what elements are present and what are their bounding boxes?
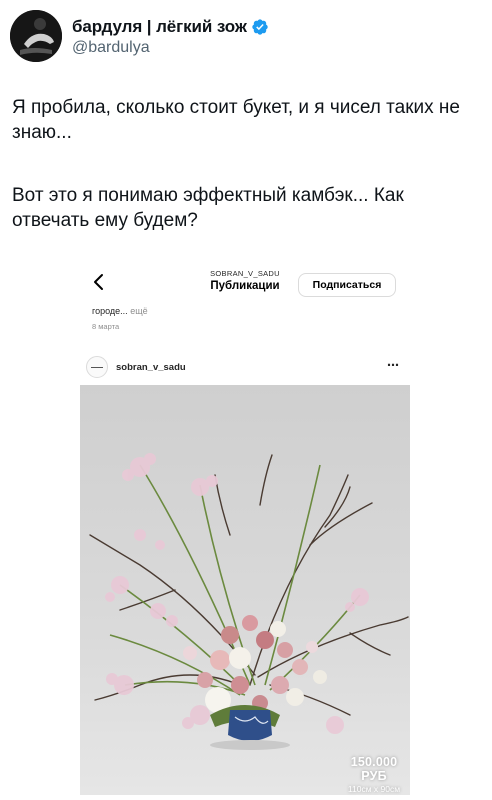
back-chevron-icon (88, 270, 112, 294)
price-tag: 150.000 РУБ 110см х 90см (338, 755, 410, 794)
ig-post-header: sobran_v_sadu ⋯ (86, 356, 406, 378)
name-row: бардуля | лёгкий зож (72, 16, 269, 38)
ig-subscribe-button: Подписаться (298, 273, 396, 297)
embedded-screenshot[interactable]: SOBRAN_V_SADU Публикации Подписаться гор… (80, 262, 412, 797)
display-name[interactable]: бардуля | лёгкий зож (72, 17, 247, 37)
verified-badge-icon (251, 18, 269, 36)
author-block: бардуля | лёгкий зож @bardulya (72, 16, 269, 57)
avatar[interactable] (10, 10, 62, 62)
bouquet-size: 110см х 90см (347, 784, 401, 794)
ig-more-link: ещё (130, 306, 148, 316)
ig-post-username: sobran_v_sadu (116, 361, 186, 373)
ig-caption-tail: городе... ещё (92, 306, 148, 316)
user-handle[interactable]: @bardulya (72, 39, 269, 57)
price-value: 150.000 РУБ (350, 755, 398, 783)
ig-header: SOBRAN_V_SADU Публикации (190, 269, 300, 292)
ig-post-date: 8 марта (92, 322, 120, 331)
ig-caption-text: городе... (92, 306, 128, 316)
tweet-paragraph-1: Я пробила, сколько стоит букет, и я чисе… (12, 97, 460, 143)
tweet-paragraph-2: Вот это я понимаю эффектный камбэк... Ка… (12, 185, 404, 231)
ig-page-title: Публикации (210, 280, 280, 292)
tweet-header: бардуля | лёгкий зож @bardulya (10, 10, 269, 62)
more-options-icon: ⋯ (387, 358, 400, 372)
ig-post-avatar (86, 356, 108, 378)
bouquet-photo (80, 385, 410, 795)
ig-account-name: SOBRAN_V_SADU (210, 269, 280, 278)
